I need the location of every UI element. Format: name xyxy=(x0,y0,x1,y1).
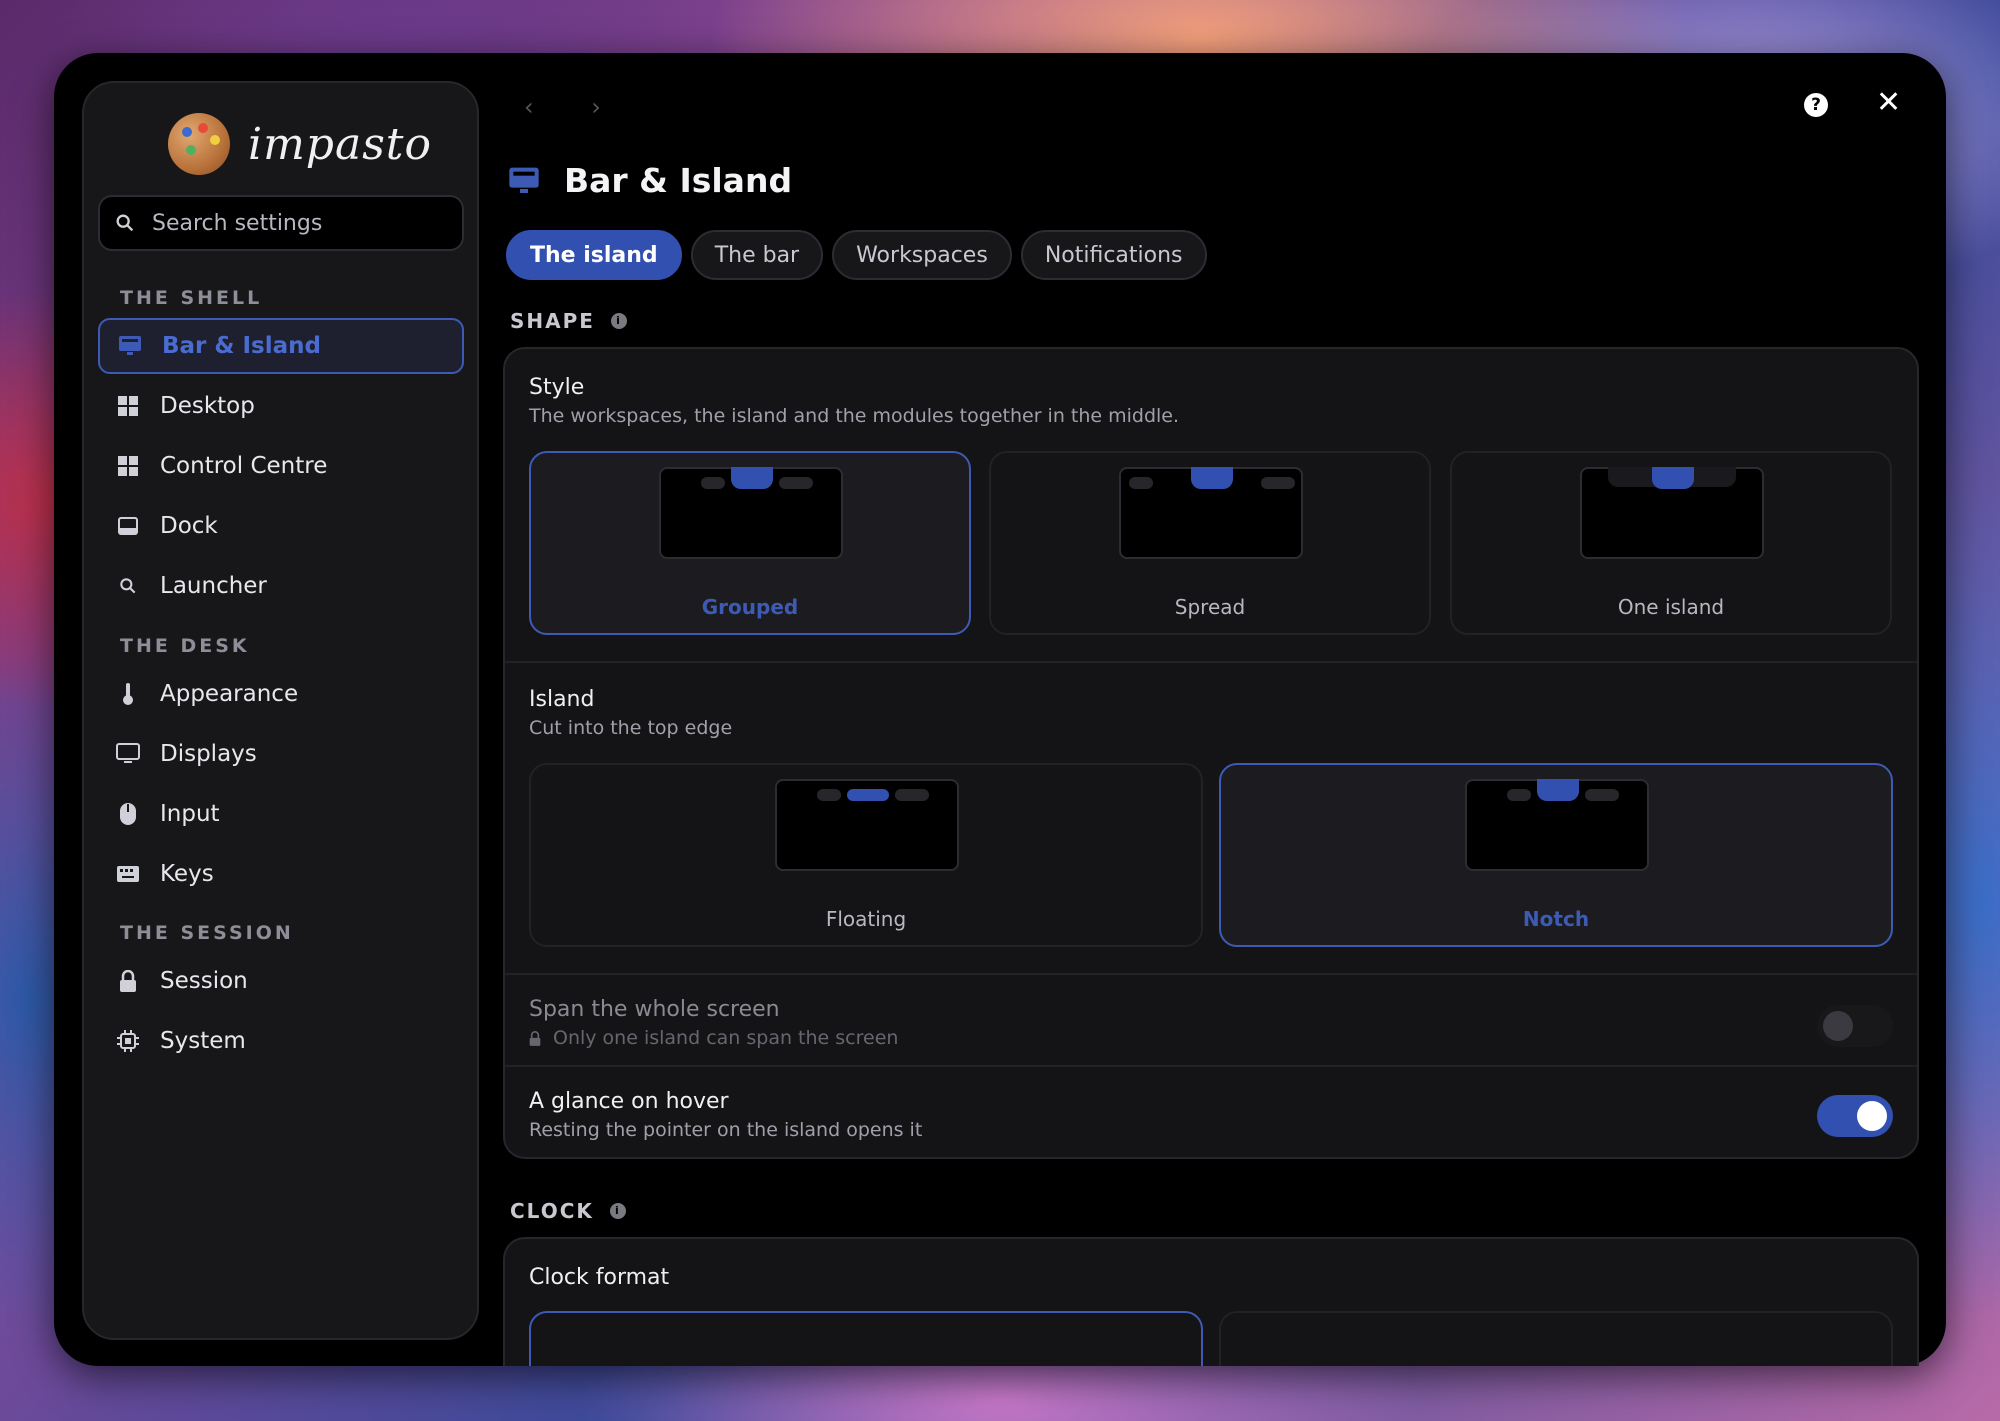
island-title: Island xyxy=(529,687,595,712)
mouse-icon xyxy=(116,802,140,826)
sidebar-item-input[interactable]: Input xyxy=(98,786,464,842)
help-button[interactable]: ? xyxy=(1804,93,1828,117)
island-option-floating[interactable]: Floating xyxy=(529,763,1203,947)
page-header: Bar & Island xyxy=(508,161,792,200)
sidebar-item-control-centre[interactable]: Control Centre xyxy=(98,438,464,494)
sidebar-item-keys[interactable]: Keys xyxy=(98,846,464,902)
divider xyxy=(505,1065,1917,1067)
glance-toggle[interactable] xyxy=(1817,1095,1893,1137)
option-label: Grouped xyxy=(701,595,799,619)
sidebar-item-session[interactable]: Session xyxy=(98,953,464,1009)
back-button[interactable]: ‹ xyxy=(524,93,534,121)
settings-window: impasto Search settings THE SHELL Bar & … xyxy=(54,53,1946,1366)
span-title: Span the whole screen xyxy=(529,997,780,1022)
sidebar-item-label: Desktop xyxy=(160,393,255,419)
section-heading-session: THE SESSION xyxy=(120,922,294,944)
shape-heading-label: SHAPE xyxy=(510,309,595,333)
monitor-icon xyxy=(116,742,140,766)
search-icon xyxy=(116,214,134,232)
grid-icon xyxy=(116,454,140,478)
clock-heading: CLOCK i xyxy=(510,1199,626,1223)
divider xyxy=(505,973,1917,975)
sidebar-item-label: Session xyxy=(160,968,248,994)
grid-icon xyxy=(116,394,140,418)
tab-the-bar[interactable]: The bar xyxy=(690,230,824,280)
clock-heading-label: CLOCK xyxy=(510,1199,594,1223)
sidebar-item-appearance[interactable]: Appearance xyxy=(98,666,464,722)
sidebar-item-label: Appearance xyxy=(160,681,299,707)
divider xyxy=(505,661,1917,663)
dock-icon xyxy=(116,514,140,538)
preview-spread xyxy=(1119,467,1303,559)
span-subtitle-row: Only one island can span the screen xyxy=(529,1027,898,1049)
tab-bar: The island The bar Workspaces Notificati… xyxy=(506,230,1216,280)
section-heading-shell: THE SHELL xyxy=(120,287,263,309)
lock-icon xyxy=(116,969,140,993)
lock-icon xyxy=(529,1030,541,1046)
sidebar-item-label: Bar & Island xyxy=(162,333,321,359)
preview-notch xyxy=(1465,779,1649,871)
option-label: Notch xyxy=(1522,907,1590,931)
monitor-bar-icon xyxy=(118,334,142,358)
thermometer-icon xyxy=(116,682,140,706)
sidebar: impasto Search settings THE SHELL Bar & … xyxy=(82,81,479,1340)
style-subtitle: The workspaces, the island and the modul… xyxy=(529,405,1180,427)
style-option-spread[interactable]: Spread xyxy=(989,451,1431,635)
style-title: Style xyxy=(529,375,585,400)
app-logo: impasto xyxy=(168,113,432,175)
clock-option-1[interactable] xyxy=(529,1311,1203,1366)
sidebar-item-desktop[interactable]: Desktop xyxy=(98,378,464,434)
section-heading-desk: THE DESK xyxy=(120,635,250,657)
keyboard-icon xyxy=(116,862,140,886)
sidebar-item-launcher[interactable]: Launcher xyxy=(98,558,464,614)
sidebar-item-displays[interactable]: Displays xyxy=(98,726,464,782)
sidebar-item-label: Launcher xyxy=(160,573,267,599)
glance-subtitle: Resting the pointer on the island opens … xyxy=(529,1119,923,1141)
monitor-bar-icon xyxy=(509,167,539,193)
style-option-grouped[interactable]: Grouped xyxy=(529,451,971,635)
history-nav: ‹ › xyxy=(524,93,651,121)
search-input[interactable]: Search settings xyxy=(98,195,464,251)
tab-the-island[interactable]: The island xyxy=(506,230,682,280)
preview-grouped xyxy=(659,467,843,559)
sidebar-item-label: Input xyxy=(160,801,220,827)
island-option-notch[interactable]: Notch xyxy=(1219,763,1893,947)
page-title: Bar & Island xyxy=(564,161,793,200)
close-button[interactable]: ✕ xyxy=(1876,85,1901,120)
info-icon[interactable]: i xyxy=(610,313,627,329)
span-toggle[interactable] xyxy=(1817,1005,1893,1047)
sidebar-item-label: System xyxy=(160,1028,246,1054)
palette-icon xyxy=(168,113,230,175)
clock-card: Clock format xyxy=(503,1237,1919,1366)
glance-title: A glance on hover xyxy=(529,1089,729,1114)
shape-heading: SHAPE i xyxy=(510,309,627,333)
app-name: impasto xyxy=(248,118,432,170)
sidebar-item-system[interactable]: System xyxy=(98,1013,464,1069)
clock-option-2[interactable] xyxy=(1219,1311,1893,1366)
clock-format-title: Clock format xyxy=(529,1265,670,1290)
chip-icon xyxy=(116,1029,140,1053)
search-icon xyxy=(116,574,140,598)
option-label: One island xyxy=(1617,595,1725,619)
sidebar-item-dock[interactable]: Dock xyxy=(98,498,464,554)
tab-workspaces[interactable]: Workspaces xyxy=(832,230,1012,280)
option-label: Floating xyxy=(825,907,907,931)
info-icon[interactable]: i xyxy=(609,1203,626,1219)
shape-card: Style The workspaces, the island and the… xyxy=(503,347,1919,1159)
island-subtitle: Cut into the top edge xyxy=(529,717,733,739)
sidebar-item-label: Keys xyxy=(160,861,214,887)
sidebar-item-label: Dock xyxy=(160,513,218,539)
preview-one-island xyxy=(1580,467,1764,559)
search-placeholder: Search settings xyxy=(152,210,323,236)
sidebar-item-label: Control Centre xyxy=(160,453,328,479)
forward-button[interactable]: › xyxy=(591,93,601,121)
option-label: Spread xyxy=(1174,595,1246,619)
sidebar-item-label: Displays xyxy=(160,741,257,767)
style-option-one-island[interactable]: One island xyxy=(1450,451,1892,635)
preview-floating xyxy=(775,779,959,871)
span-subtitle: Only one island can span the screen xyxy=(553,1027,899,1049)
tab-notifications[interactable]: Notifications xyxy=(1020,230,1207,280)
sidebar-item-bar-island[interactable]: Bar & Island xyxy=(98,318,464,374)
